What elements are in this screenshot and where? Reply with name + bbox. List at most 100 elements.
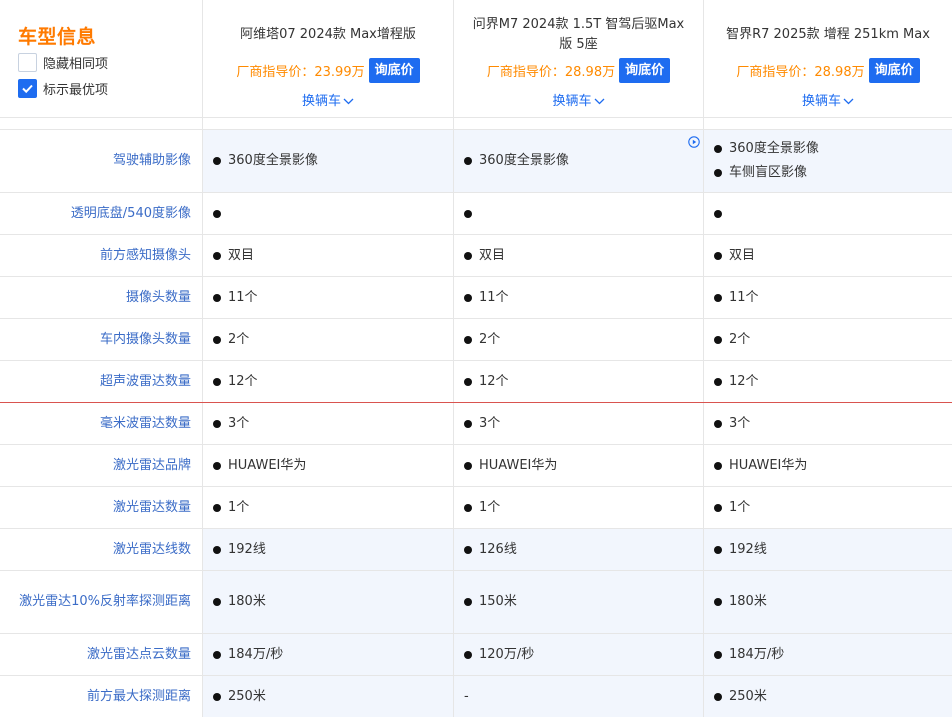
- spec-value-line: 120万/秒: [464, 643, 693, 667]
- car-name: 阿维塔07 2024款 Max增程版: [240, 27, 416, 42]
- bullet-dot: [464, 293, 472, 302]
- play-video-icon[interactable]: [688, 133, 700, 157]
- bullet-dot: [714, 692, 722, 701]
- spec-value-line: [714, 209, 942, 218]
- spec-value: 360度全景影像: [228, 153, 318, 168]
- spec-value-cell: 150米: [454, 571, 704, 633]
- spec-value: 192线: [228, 541, 266, 557]
- bullet-dot: [213, 335, 221, 344]
- spec-value: 180米: [729, 594, 767, 609]
- bullet-dot: [213, 692, 221, 701]
- switch-car-link[interactable]: 换辆车: [203, 90, 453, 109]
- spec-value-cell: -: [454, 676, 704, 717]
- spec-label-text: 驾驶辅助影像: [112, 153, 191, 168]
- spec-label-text: 前方感知摄像头: [99, 247, 191, 263]
- spec-value: 12个: [228, 373, 258, 389]
- show-best-option[interactable]: 标示最优项: [18, 79, 108, 98]
- spec-label: 激光雷达品牌: [0, 445, 203, 486]
- header-info-cell: 车型信息 隐藏相同项 标示最优项: [0, 0, 203, 117]
- spec-value-line: 2个: [213, 328, 443, 352]
- bullet-dot: [213, 545, 221, 554]
- spec-label: 激光雷达线数: [0, 529, 203, 570]
- spec-row: 前方最大探测距离 250米 - 250米: [0, 676, 952, 717]
- spec-label: 前方感知摄像头: [0, 235, 203, 276]
- spec-value-line: 184万/秒: [213, 643, 443, 667]
- spec-value: 250米: [729, 688, 767, 704]
- spec-value: 360度全景影像: [729, 141, 819, 156]
- spec-value-line: 126线: [464, 538, 693, 562]
- spec-value: 双目: [479, 247, 506, 263]
- spec-row: 透明底盘/540度影像: [0, 193, 952, 235]
- guide-price: 厂商指导价：28.98万: [736, 65, 865, 80]
- spec-value: HUAWEI华为: [479, 457, 558, 473]
- spec-value: 126线: [479, 541, 517, 557]
- spec-table: 驾驶辅助影像 360度全景影像 360度全景影像 360度全景影像 车侧盲区影像 透明底盘…: [0, 130, 952, 717]
- spec-value-line: 250米: [714, 685, 942, 709]
- bullet-dot: [213, 209, 221, 218]
- spec-value-line: [213, 209, 443, 218]
- spec-value: 180米: [228, 594, 266, 609]
- price-row: 厂商指导价：28.98万 询底价: [704, 58, 952, 83]
- spec-row: 驾驶辅助影像 360度全景影像 360度全景影像 360度全景影像 车侧盲区影像: [0, 130, 952, 193]
- spec-value-line: 360度全景影像: [464, 149, 693, 173]
- show-best-label: 标示最优项: [43, 83, 109, 98]
- switch-car-link[interactable]: 换辆车: [454, 90, 703, 109]
- spec-value: 250米: [228, 688, 266, 704]
- spec-value-line: 双目: [213, 244, 443, 268]
- spec-value-cell: 11个: [203, 277, 454, 318]
- inquiry-button[interactable]: 询底价: [868, 58, 920, 83]
- spec-label-text: 激光雷达品牌: [112, 457, 191, 473]
- show-best-checkbox[interactable]: [18, 79, 37, 98]
- spec-value-cell: 250米: [203, 676, 454, 717]
- spec-label-text: 摄像头数量: [125, 289, 191, 305]
- bullet-dot: [464, 251, 472, 260]
- spec-value-cell: 2个: [203, 319, 454, 360]
- hide-same-checkbox[interactable]: [18, 53, 37, 72]
- bullet-dot: [714, 650, 722, 659]
- spec-value: 11个: [228, 289, 258, 305]
- spec-row: 摄像头数量 11个 11个 11个: [0, 277, 952, 319]
- spec-value-line: 2个: [714, 328, 942, 352]
- inquiry-button[interactable]: 询底价: [368, 58, 420, 83]
- spec-row: 前方感知摄像头 双目 双目 双目: [0, 235, 952, 277]
- bullet-dot: [464, 650, 472, 659]
- spec-value: 120万/秒: [479, 646, 535, 662]
- spec-value-line: 184万/秒: [714, 643, 942, 667]
- bullet-dot: [464, 598, 472, 606]
- spec-value: 3个: [228, 415, 250, 431]
- bullet-dot: [213, 251, 221, 260]
- spec-value-cell: 12个: [704, 361, 952, 402]
- inquiry-button[interactable]: 询底价: [619, 58, 671, 83]
- hide-same-option[interactable]: 隐藏相同项: [18, 53, 108, 72]
- spec-value-line: 360度全景影像: [714, 137, 942, 161]
- spec-row: 超声波雷达数量 12个 12个 12个: [0, 361, 952, 403]
- spec-value: 双目: [729, 247, 756, 263]
- spec-value-cell: 180米: [704, 571, 952, 633]
- bullet-dot: [714, 145, 722, 153]
- spec-value-cell: 3个: [203, 403, 454, 444]
- switch-car-link[interactable]: 换辆车: [704, 90, 952, 109]
- spec-value-cell: [704, 193, 952, 234]
- spec-value-line: [464, 209, 693, 218]
- spec-value-cell: 双目: [203, 235, 454, 276]
- chevron-down-icon: [843, 98, 854, 105]
- spec-value-line: 3个: [464, 412, 693, 436]
- spec-label: 激光雷达数量: [0, 487, 203, 528]
- bullet-dot: [464, 377, 472, 386]
- bullet-dot: [464, 209, 472, 218]
- spec-label: 激光雷达点云数量: [0, 634, 203, 675]
- bullet-dot: [213, 293, 221, 302]
- spec-value: 1个: [228, 499, 250, 515]
- spec-row: 激光雷达点云数量 184万/秒 120万/秒 184万/秒: [0, 634, 952, 676]
- bullet-dot: [714, 545, 722, 554]
- chevron-down-icon: [343, 98, 354, 105]
- spec-value-line: 150米: [464, 590, 693, 614]
- spec-value: HUAWEI华为: [228, 457, 307, 473]
- spec-label-text: 车内摄像头数量: [99, 331, 191, 347]
- spec-value-cell: 360度全景影像: [203, 130, 454, 192]
- bullet-dot: [213, 461, 221, 470]
- spec-value-cell: 360度全景影像: [454, 130, 704, 192]
- spec-row: 毫米波雷达数量 3个 3个 3个: [0, 403, 952, 445]
- spec-value-cell: HUAWEI华为: [704, 445, 952, 486]
- car-header-2: 问界M7 2024款 1.5T 智驾后驱Max版 5座 厂商指导价：28.98万询…: [454, 0, 704, 117]
